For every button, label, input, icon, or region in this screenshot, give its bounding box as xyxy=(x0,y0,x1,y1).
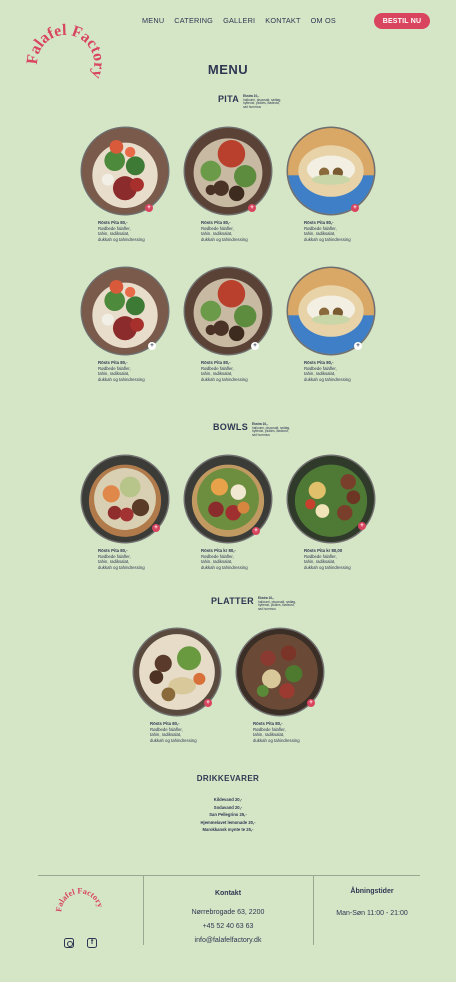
item-caption: Rösts Pita 80,- Rødbede falafler, tahin,… xyxy=(82,360,170,382)
add-icon[interactable]: + xyxy=(252,527,260,535)
drinks-title: DRIKKEVARER xyxy=(196,774,260,783)
add-icon[interactable]: + xyxy=(251,342,259,350)
item-caption: Rösts Pita 80,- Rødbede falafler, tahin,… xyxy=(185,360,273,382)
item-desc-3: dukkah og tahindressing xyxy=(253,737,300,743)
brand-logo-graphic: Falafel Factory xyxy=(24,22,108,81)
menu-item[interactable]: + Rösts Pita 80,- Rødbede falafler, tahi… xyxy=(82,128,170,242)
menu-item[interactable]: + Rösts Pita kr 80,00 Rødbede falafler, … xyxy=(288,456,376,570)
item-desc-3: dukkah og tahindressing xyxy=(150,737,197,743)
order-button[interactable]: BESTIL NU xyxy=(374,13,430,29)
menu-item[interactable]: + Rösts Pita 80,- Rødbede falafler, tahi… xyxy=(82,456,170,570)
nav-catering[interactable]: CATERING xyxy=(174,16,213,25)
drink-item: Hjemmelavet lemonade 30,- xyxy=(200,819,256,825)
dish-photo xyxy=(185,268,271,354)
footer-divider xyxy=(38,875,420,876)
item-desc-3: dukkah og tahindressing xyxy=(304,376,351,382)
nav-kontakt[interactable]: KONTAKT xyxy=(265,16,300,25)
drink-item: Sodavand 20,- xyxy=(213,804,243,810)
facebook-icon[interactable]: f xyxy=(87,938,97,948)
item-desc-3: dukkah og tahindressing xyxy=(304,236,351,242)
item-caption: Rösts Pita 80,- Rødbede falafler, tahin,… xyxy=(288,220,376,242)
item-desc-3: dukkah og tahindressing xyxy=(304,564,351,570)
menu-item[interactable]: + Rösts Pita 80,- Rødbede falafler, tahi… xyxy=(134,629,222,743)
section-note: Ekstra 10,- halloumi, pisoosalt, rødløg,… xyxy=(252,422,294,437)
footer-column-divider xyxy=(143,875,144,945)
item-caption: Rösts Pita 80,- Rødbede falafler, tahin,… xyxy=(134,721,222,743)
note-body: halloumi, pisoosalt, rødløg, hytteost, p… xyxy=(243,97,282,109)
menu-item[interactable]: + Rösts Pita 80,- Rødbede falafler, tahi… xyxy=(82,268,170,382)
add-icon[interactable]: + xyxy=(145,204,153,212)
footer-logo-graphic: Falafel Factory xyxy=(54,887,105,913)
main-nav: MENU CATERING GALLERI KONTAKT OM OS xyxy=(142,16,336,25)
item-caption: Rösts Pita 80,- Rødbede falafler, tahin,… xyxy=(82,220,170,242)
nav-menu[interactable]: MENU xyxy=(142,16,164,25)
section-note: Ekstra 10,- halloumi, pisoosalt, rødløg,… xyxy=(243,94,285,109)
instagram-icon[interactable] xyxy=(64,938,74,948)
hours-title: Åbningstider xyxy=(350,888,394,895)
item-caption: Rösts Pita 80,- Rødbede falafler, tahin,… xyxy=(185,220,273,242)
drinks-list: Kildevand 20,- Sodavand 20,- San Pellegr… xyxy=(150,796,306,834)
section-pita: PITA Ekstra 10,- halloumi, pisoosalt, rø… xyxy=(218,94,285,109)
footer-logo[interactable]: Falafel Factory xyxy=(54,886,106,930)
note-body: halloumi, pisoosalt, rødløg, hytteost, p… xyxy=(257,599,297,611)
add-icon[interactable]: + xyxy=(354,342,362,350)
hours-value: Man-Søn 11:00 - 21:00 xyxy=(336,910,408,917)
item-desc-3: dukkah og tahindressing xyxy=(98,376,145,382)
contact-phone[interactable]: +45 52 40 63 63 xyxy=(150,920,306,934)
item-desc-3: dukkah og tahindressing xyxy=(201,236,248,242)
add-icon[interactable]: + xyxy=(204,699,212,707)
dish-photo xyxy=(82,268,168,354)
add-icon[interactable]: + xyxy=(148,342,156,350)
section-title: BOWLS xyxy=(213,422,248,432)
svg-text:Falafel Factory: Falafel Factory xyxy=(54,887,105,913)
contact-email[interactable]: info@falafelfactory.dk xyxy=(150,934,306,948)
item-desc-3: dukkah og tahindressing xyxy=(201,564,248,570)
contact-title: Kontakt xyxy=(214,890,242,897)
section-title: PLATTER xyxy=(211,596,254,606)
footer-contact: Kontakt Nørrebrogade 63, 2200 +45 52 40 … xyxy=(150,890,306,948)
add-icon[interactable]: + xyxy=(351,204,359,212)
item-caption: Rösts Pita 80,- Rødbede falafler, tahin,… xyxy=(288,360,376,382)
add-icon[interactable]: + xyxy=(358,522,366,530)
dish-photo xyxy=(288,128,374,214)
dish-photo xyxy=(288,268,374,354)
contact-address: Nørrebrogade 63, 2200 xyxy=(191,909,265,916)
item-desc-3: dukkah og tahindressing xyxy=(98,564,145,570)
note-body: halloumi, pisoosalt, rødløg, hytteost, p… xyxy=(252,425,291,437)
menu-item[interactable]: + Rösts Pita 80,- Rødbede falafler, tahi… xyxy=(185,128,273,242)
page-title: MENU xyxy=(207,62,249,77)
item-caption: Rösts Pita 80,- Rødbede falafler, tahin,… xyxy=(82,548,170,570)
nav-om-os[interactable]: OM OS xyxy=(311,16,336,25)
item-caption: Rösts Pita 80,- Rødbede falafler, tahin,… xyxy=(237,721,325,743)
dish-photo xyxy=(185,128,271,214)
item-desc-3: dukkah og tahindressing xyxy=(98,236,145,242)
menu-item[interactable]: + Rösts Pita 80,- Rødbede falafler, tahi… xyxy=(237,629,325,743)
dish-photo xyxy=(82,128,168,214)
drink-item: Marokkansk mynte te 25,- xyxy=(202,827,254,833)
item-caption: Rösts Pita kr 80,- Rødbede falafler, tah… xyxy=(185,548,273,570)
menu-item[interactable]: + Rösts Pita 80,- Rødbede falafler, tahi… xyxy=(288,128,376,242)
nav-galleri[interactable]: GALLERI xyxy=(223,16,255,25)
menu-item[interactable]: + Rösts Pita 80,- Rødbede falafler, tahi… xyxy=(288,268,376,382)
item-desc-3: dukkah og tahindressing xyxy=(201,376,248,382)
add-icon[interactable]: + xyxy=(248,204,256,212)
section-platter: PLATTER Ekstra 10,- halloumi, pisoosalt,… xyxy=(211,596,300,611)
brand-logo[interactable]: Falafel Factory xyxy=(22,16,108,100)
footer-hours: Åbningstider Man-Søn 11:00 - 21:00 xyxy=(318,888,426,921)
footer-column-divider xyxy=(313,875,314,945)
item-caption: Rösts Pita kr 80,00 Rødbede falafler, ta… xyxy=(288,548,376,570)
menu-item[interactable]: + Rösts Pita 80,- Rødbede falafler, tahi… xyxy=(185,268,273,382)
drink-item: Kildevand 20,- xyxy=(213,797,243,802)
section-note: Ekstra 10,- halloumi, pisoosalt, rødløg,… xyxy=(257,596,300,611)
add-icon[interactable]: + xyxy=(307,699,315,707)
menu-item[interactable]: + Rösts Pita kr 80,- Rødbede falafler, t… xyxy=(185,456,273,570)
add-icon[interactable]: + xyxy=(152,524,160,532)
drink-item: San Pellegrino 25,- xyxy=(209,812,247,818)
section-bowls: BOWLS Ekstra 10,- halloumi, pisoosalt, r… xyxy=(213,422,294,437)
section-title: PITA xyxy=(218,94,240,104)
